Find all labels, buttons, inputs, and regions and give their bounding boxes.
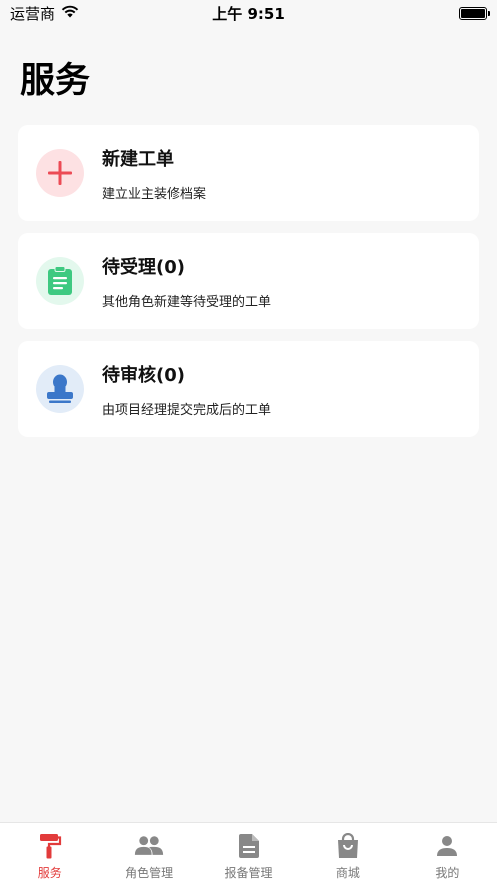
tab-label: 商城 xyxy=(335,866,360,880)
battery-icon xyxy=(459,6,490,20)
tab-report-management[interactable]: 报备管理 xyxy=(199,823,298,883)
card-new-work-order[interactable]: 新建工单 建立业主装修档案 xyxy=(18,125,479,221)
card-description: 其他角色新建等待受理的工单 xyxy=(102,295,272,310)
person-icon xyxy=(432,832,462,860)
tab-label: 服务 xyxy=(37,866,62,880)
card-pending-acceptance[interactable]: 待受理(0) 其他角色新建等待受理的工单 xyxy=(18,233,479,329)
paint-roller-icon xyxy=(35,832,65,860)
tab-service[interactable]: 服务 xyxy=(0,823,99,883)
clipboard-icon xyxy=(36,257,84,305)
card-pending-review[interactable]: 待审核(0) 由项目经理提交完成后的工单 xyxy=(18,341,479,437)
tab-label: 角色管理 xyxy=(125,866,174,880)
tab-mall[interactable]: 商城 xyxy=(298,823,397,883)
tab-bar: 服务 角色管理 报备管理 商城 我的 xyxy=(0,822,497,883)
people-icon xyxy=(134,832,164,860)
tab-label: 我的 xyxy=(435,866,460,880)
plus-icon xyxy=(36,149,84,197)
stamp-icon xyxy=(36,365,84,413)
shopping-bag-icon xyxy=(333,832,363,860)
tab-role-management[interactable]: 角色管理 xyxy=(99,823,198,883)
tab-label: 报备管理 xyxy=(224,866,273,880)
page-title: 服务 xyxy=(20,61,91,101)
card-description: 由项目经理提交完成后的工单 xyxy=(102,403,272,418)
document-icon xyxy=(234,832,264,860)
card-title: 待受理(0) xyxy=(102,257,185,278)
tab-mine[interactable]: 我的 xyxy=(398,823,497,883)
card-title: 新建工单 xyxy=(102,149,174,170)
status-left: 运营商 xyxy=(10,3,79,24)
carrier-label: 运营商 xyxy=(10,4,56,23)
status-time: 上午 9:51 xyxy=(212,4,285,23)
wifi-icon xyxy=(61,4,79,22)
card-title: 待审核(0) xyxy=(102,365,185,386)
card-description: 建立业主装修档案 xyxy=(102,187,207,202)
status-bar: 运营商 上午 9:51 xyxy=(0,0,497,26)
